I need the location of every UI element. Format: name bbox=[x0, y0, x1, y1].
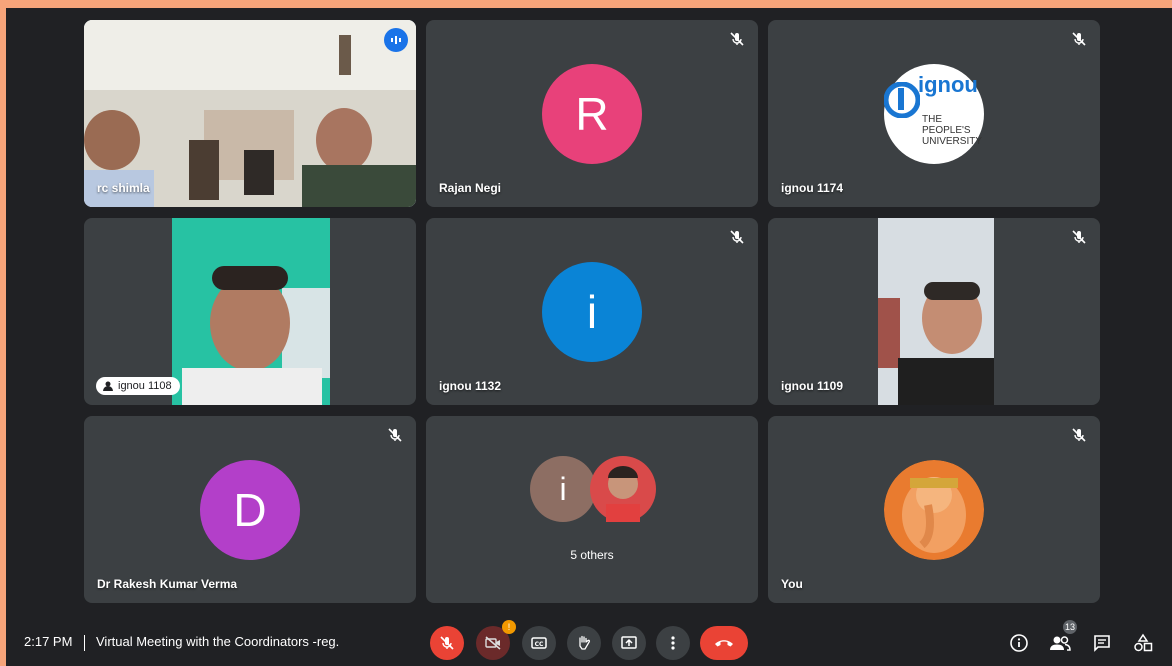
tile-you[interactable]: You bbox=[768, 416, 1100, 603]
mic-off-icon bbox=[730, 32, 744, 46]
participant-name: You bbox=[781, 577, 803, 591]
captions-button[interactable]: CC bbox=[522, 626, 556, 660]
participant-name: Dr Rakesh Kumar Verma bbox=[97, 577, 238, 591]
info-icon bbox=[1010, 634, 1028, 652]
mic-off-icon bbox=[1072, 32, 1086, 46]
camera-off-icon bbox=[485, 636, 501, 650]
tile-ignou-1174[interactable]: ignou THE PEOPLE'S UNIVERSITY ignou 1174 bbox=[768, 20, 1100, 207]
participant-name-pill: ignou 1108 bbox=[96, 377, 180, 395]
tile-dr-rakesh-kumar-verma[interactable]: D Dr Rakesh Kumar Verma bbox=[84, 416, 416, 603]
meeting-details-button[interactable] bbox=[1006, 630, 1032, 656]
present-screen-button[interactable] bbox=[612, 626, 646, 660]
present-icon bbox=[621, 636, 637, 649]
participant-name: ignou 1132 bbox=[439, 379, 502, 393]
meeting-title: Virtual Meeting with the Coordinators -r… bbox=[96, 634, 340, 649]
mic-off-icon bbox=[388, 428, 402, 442]
logo-text: ignou bbox=[918, 71, 978, 97]
activities-button[interactable] bbox=[1130, 630, 1156, 656]
camera-toggle-button[interactable]: ! bbox=[476, 620, 516, 660]
people-icon bbox=[1050, 636, 1071, 651]
participant-name: rc shimla bbox=[97, 181, 150, 195]
participant-name: ignou 1109 bbox=[781, 379, 844, 393]
end-call-icon bbox=[715, 640, 733, 647]
others-avatar: i bbox=[530, 456, 596, 522]
video-feed-rc-shimla bbox=[84, 20, 416, 207]
logo-subtext: THE PEOPLE'S UNIVERSITY bbox=[922, 113, 982, 147]
mic-off-icon bbox=[730, 230, 744, 244]
camera-warning-badge: ! bbox=[502, 620, 516, 634]
mic-toggle-button[interactable] bbox=[430, 626, 464, 660]
others-photo-avatar bbox=[590, 456, 656, 522]
meeting-window: rc shimla R Rajan Negi ignou THE PEOPLE'… bbox=[6, 8, 1172, 666]
raise-hand-icon bbox=[579, 635, 591, 650]
more-icon bbox=[671, 636, 675, 650]
meeting-time: 2:17 PM bbox=[24, 634, 73, 649]
tile-rajan-negi[interactable]: R Rajan Negi bbox=[426, 20, 758, 207]
avatar: D bbox=[200, 459, 300, 560]
video-feed-ignou-1108 bbox=[172, 218, 330, 405]
end-call-button[interactable] bbox=[700, 626, 748, 660]
tile-ignou-1108[interactable]: ignou 1108 bbox=[84, 218, 416, 405]
user-icon bbox=[103, 381, 113, 391]
mic-off-icon bbox=[1072, 230, 1086, 244]
video-feed-ignou-1109 bbox=[878, 218, 994, 405]
svg-text:CC: CC bbox=[535, 641, 544, 648]
bottom-toolbar: 2:17 PM Virtual Meeting with the Coordin… bbox=[6, 620, 1172, 666]
ignou-logo-avatar: ignou THE PEOPLE'S UNIVERSITY bbox=[884, 63, 984, 164]
people-button[interactable]: 13 bbox=[1047, 620, 1077, 656]
speaking-indicator-icon bbox=[384, 28, 408, 52]
participant-name: Rajan Negi bbox=[439, 181, 502, 195]
others-count-label: 5 others bbox=[570, 548, 614, 562]
tile-ignou-1109[interactable]: ignou 1109 bbox=[768, 218, 1100, 405]
avatar: i bbox=[542, 261, 642, 362]
separator bbox=[84, 635, 85, 651]
tile-ignou-1132[interactable]: i ignou 1132 bbox=[426, 218, 758, 405]
self-avatar-image bbox=[884, 459, 984, 560]
captions-icon: CC bbox=[531, 637, 547, 649]
more-options-button[interactable] bbox=[656, 626, 690, 660]
participant-name: ignou 1174 bbox=[781, 181, 844, 195]
mic-off-icon bbox=[440, 636, 454, 650]
avatar: R bbox=[542, 63, 642, 164]
ignou-logo-icon bbox=[884, 81, 920, 118]
tile-others[interactable]: i 5 others bbox=[426, 416, 758, 603]
raise-hand-button[interactable] bbox=[567, 626, 601, 660]
participant-name: ignou 1108 bbox=[118, 380, 172, 392]
participants-count-badge: 13 bbox=[1063, 620, 1077, 634]
activities-icon bbox=[1134, 633, 1153, 652]
chat-button[interactable] bbox=[1089, 630, 1115, 656]
tile-rc-shimla[interactable]: rc shimla bbox=[84, 20, 416, 207]
chat-icon bbox=[1094, 635, 1110, 652]
mic-off-icon bbox=[1072, 428, 1086, 442]
